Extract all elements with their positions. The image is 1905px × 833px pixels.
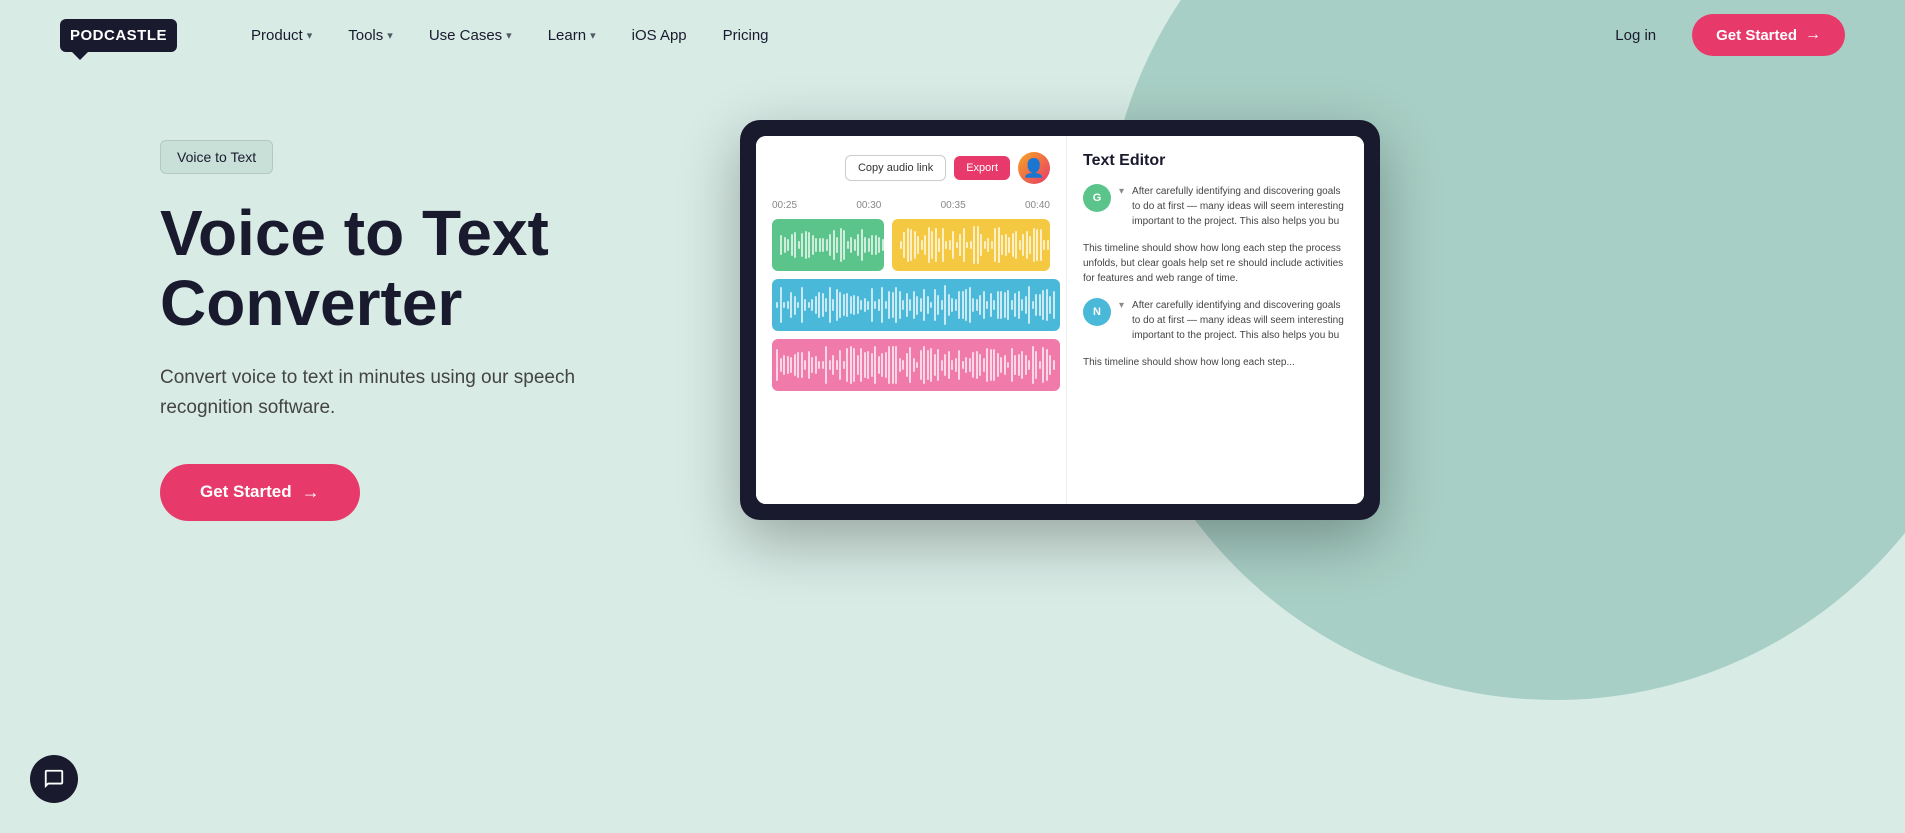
chevron-icon-usecases: ▾ (506, 29, 512, 42)
nav-right: Log in Get Started → (1599, 14, 1845, 56)
chat-bubble-button[interactable] (30, 755, 78, 803)
track-yellow (892, 219, 1050, 271)
comment-text-3: After carefully identifying and discover… (1132, 298, 1348, 343)
nav-item-learn[interactable]: Learn ▾ (534, 19, 610, 52)
nav-label-usecases: Use Cases (429, 27, 502, 44)
text-editor-panel: Text Editor G ▾ After carefully identify… (1066, 136, 1364, 504)
comment-avatar-g: G (1083, 184, 1111, 212)
editor-header: Copy audio link Export 👤 (772, 152, 1050, 184)
nav-label-learn: Learn (548, 27, 586, 44)
chevron-icon-product: ▾ (307, 29, 313, 42)
nav-get-started-button[interactable]: Get Started → (1692, 14, 1845, 56)
comment-row-3: N ▾ After carefully identifying and disc… (1083, 298, 1348, 343)
nav-item-tools[interactable]: Tools ▾ (334, 19, 407, 52)
device-inner: Copy audio link Export 👤 00:25 00:30 00:… (756, 136, 1364, 504)
nav-get-started-label: Get Started (1716, 27, 1797, 44)
nav-item-usecases[interactable]: Use Cases ▾ (415, 19, 526, 52)
comment-row-2: This timeline should show how long each … (1083, 241, 1348, 286)
track-row-2 (772, 279, 1050, 331)
nav-item-product[interactable]: Product ▾ (237, 19, 326, 52)
audio-editor-panel: Copy audio link Export 👤 00:25 00:30 00:… (756, 136, 1066, 504)
comment-text-4: This timeline should show how long each … (1083, 355, 1295, 370)
timeline-t3: 00:35 (941, 200, 966, 211)
device-frame: Copy audio link Export 👤 00:25 00:30 00:… (740, 120, 1380, 520)
nav-label-tools: Tools (348, 27, 383, 44)
hero-title: Voice to Text Converter (160, 198, 680, 339)
hero-badge: Voice to Text (160, 140, 273, 174)
hero-title-line2: Converter (160, 267, 462, 339)
nav-arrow-icon: → (1805, 26, 1821, 44)
comment-row-4: This timeline should show how long each … (1083, 355, 1348, 370)
timeline-t1: 00:25 (772, 200, 797, 211)
left-content: Voice to Text Voice to Text Converter Co… (160, 110, 680, 521)
chevron-icon-tools: ▾ (387, 29, 393, 42)
chevron-icon-learn: ▾ (590, 29, 596, 42)
nav-item-ios[interactable]: iOS App (618, 19, 701, 52)
right-content: Copy audio link Export 👤 00:25 00:30 00:… (740, 110, 1845, 520)
comment-row-1: G ▾ After carefully identifying and disc… (1083, 184, 1348, 229)
timeline-t4: 00:40 (1025, 200, 1050, 211)
main-content: Voice to Text Voice to Text Converter Co… (0, 70, 1905, 521)
text-editor-title: Text Editor (1083, 152, 1348, 170)
hero-subtitle: Convert voice to text in minutes using o… (160, 363, 580, 424)
track-row-3 (772, 339, 1050, 391)
hero-cta-label: Get Started (200, 482, 292, 502)
logo-text: PODCASTLE (60, 19, 177, 52)
nav-item-pricing[interactable]: Pricing (709, 19, 783, 52)
nav-links: Product ▾ Tools ▾ Use Cases ▾ Learn ▾ iO… (237, 19, 1599, 52)
comment-chevron-1: ▾ (1119, 186, 1124, 229)
timeline-t2: 00:30 (856, 200, 881, 211)
comment-chevron-3: ▾ (1119, 300, 1124, 343)
hero-cta-arrow-icon: → (302, 482, 320, 503)
nav-label-pricing: Pricing (723, 27, 769, 44)
hero-cta-button[interactable]: Get Started → (160, 464, 360, 521)
waveform-green (780, 219, 876, 271)
waveform-blue (776, 279, 1056, 331)
timeline-labels: 00:25 00:30 00:35 00:40 (772, 200, 1050, 211)
navbar: PODCASTLE Product ▾ Tools ▾ Use Cases ▾ … (0, 0, 1905, 70)
logo[interactable]: PODCASTLE (60, 19, 177, 52)
hero-title-line1: Voice to Text (160, 197, 549, 269)
login-button[interactable]: Log in (1599, 19, 1672, 52)
waveform-pink (776, 339, 1056, 391)
waveform-yellow (900, 219, 1042, 271)
comment-text-1: After carefully identifying and discover… (1132, 184, 1348, 229)
comment-avatar-n: N (1083, 298, 1111, 326)
export-button[interactable]: Export (954, 156, 1010, 180)
track-green (772, 219, 884, 271)
track-row-1 (772, 219, 1050, 271)
track-pink (772, 339, 1060, 391)
user-avatar: 👤 (1018, 152, 1050, 184)
nav-label-ios: iOS App (632, 27, 687, 44)
copy-audio-link-button[interactable]: Copy audio link (845, 155, 946, 181)
track-blue (772, 279, 1060, 331)
chat-icon (43, 768, 65, 790)
comment-text-2: This timeline should show how long each … (1083, 241, 1348, 286)
nav-label-product: Product (251, 27, 303, 44)
